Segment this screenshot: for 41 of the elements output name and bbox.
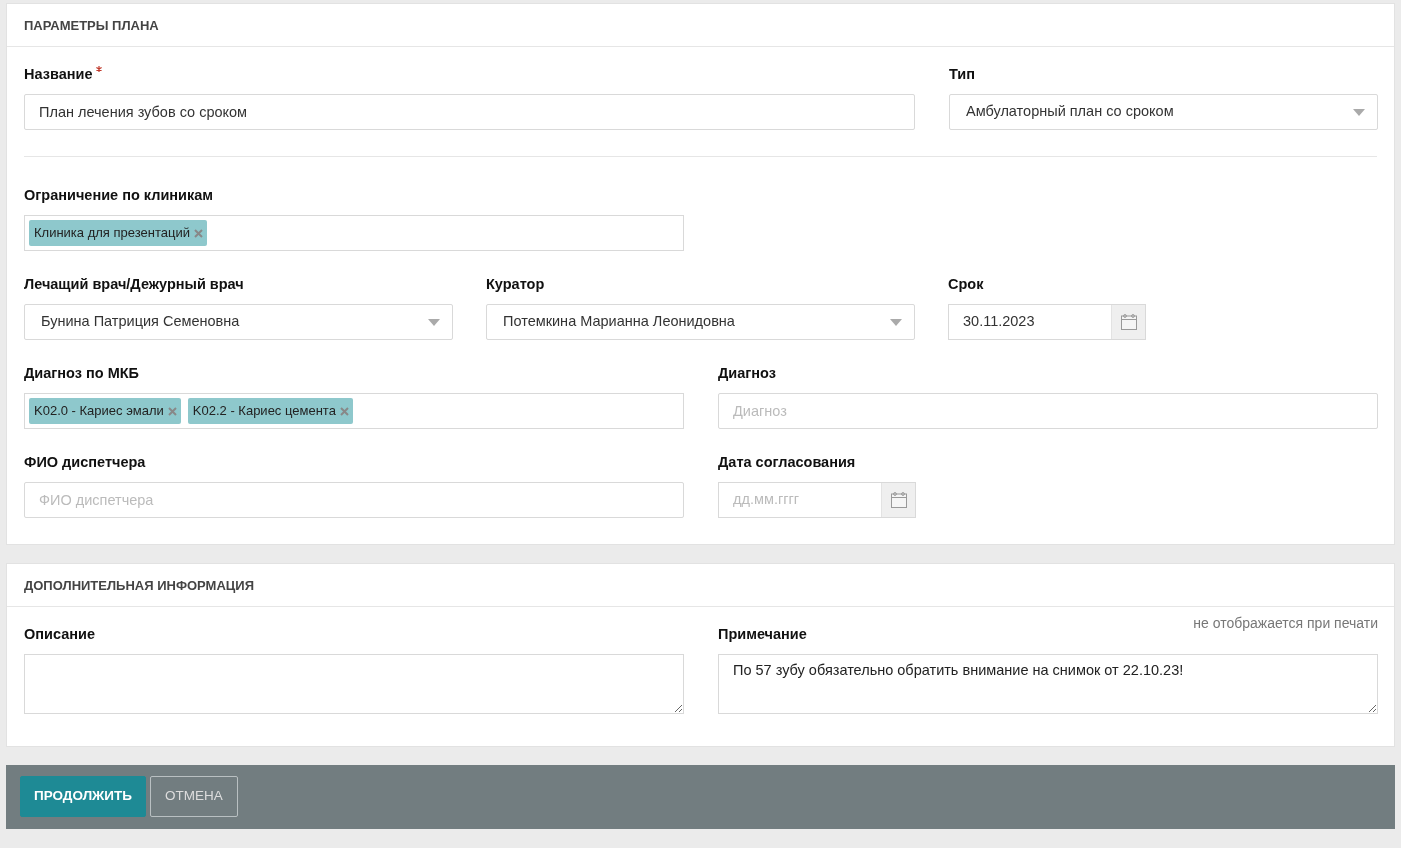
section-title: ДОПОЛНИТЕЛЬНАЯ ИНФОРМАЦИЯ: [7, 564, 1394, 607]
field-label: Примечание: [718, 625, 807, 645]
remove-icon[interactable]: [167, 406, 177, 416]
section-title: ПАРАМЕТРЫ ПЛАНА: [7, 4, 1394, 47]
field-label: Тип: [949, 65, 975, 85]
remove-icon[interactable]: [339, 406, 349, 416]
field-label: Диагноз: [718, 364, 776, 384]
remove-icon[interactable]: [193, 228, 203, 238]
field-label: ФИО диспетчера: [24, 453, 146, 473]
dropdown-field[interactable]: Бунина Патриция Семеновна: [24, 304, 453, 340]
field-label: Лечащий врач/Дежурный врач: [24, 275, 244, 295]
dropdown-caret-icon: [428, 318, 440, 326]
text-field[interactable]: ФИО диспетчера: [24, 482, 684, 518]
text-field[interactable]: План лечения зубов со сроком: [24, 94, 915, 130]
dropdown-field[interactable]: Потемкина Марианна Леонидовна: [486, 304, 915, 340]
dropdown-field[interactable]: Амбулаторный план со сроком: [949, 94, 1378, 130]
tag-field[interactable]: Клиника для презентаций: [24, 215, 684, 251]
dropdown-caret-icon: [890, 318, 902, 326]
field-label: Дата согласования: [718, 453, 856, 473]
tag-field[interactable]: K02.0 - Кариес эмали K02.2 - Кариес цемента: [24, 393, 684, 429]
text-field[interactable]: Диагноз: [718, 393, 1378, 429]
text-area[interactable]: [24, 654, 684, 714]
field-label: Ограничение по клиникам: [24, 186, 214, 206]
calendar-button[interactable]: [881, 483, 915, 517]
text-area[interactable]: По 57 зубу обязательно обратить внимание на снимок от 22.10.23!: [718, 654, 1378, 714]
field-label: Диагноз по МКБ: [24, 364, 139, 384]
continue-button[interactable]: ПРОДОЛЖИТЬ: [20, 776, 146, 817]
field-label: Описание: [24, 625, 95, 645]
field-label: Срок: [948, 275, 984, 295]
date-field[interactable]: 30.11.2023: [948, 304, 1146, 340]
date-field[interactable]: дд.мм.гггг: [718, 482, 916, 518]
tag: K02.2 - Кариес цемента: [187, 398, 353, 424]
calendar-icon: [889, 491, 908, 509]
print-note: не отображается при печати: [1193, 614, 1378, 633]
calendar-icon: [1119, 313, 1138, 331]
field-label: Название: [24, 65, 93, 85]
dropdown-caret-icon: [1353, 108, 1365, 116]
field-label: Куратор: [486, 275, 545, 295]
calendar-button[interactable]: [1111, 305, 1145, 339]
tag: Клиника для презентаций: [29, 220, 207, 246]
tag: K02.0 - Кариес эмали: [29, 398, 181, 424]
